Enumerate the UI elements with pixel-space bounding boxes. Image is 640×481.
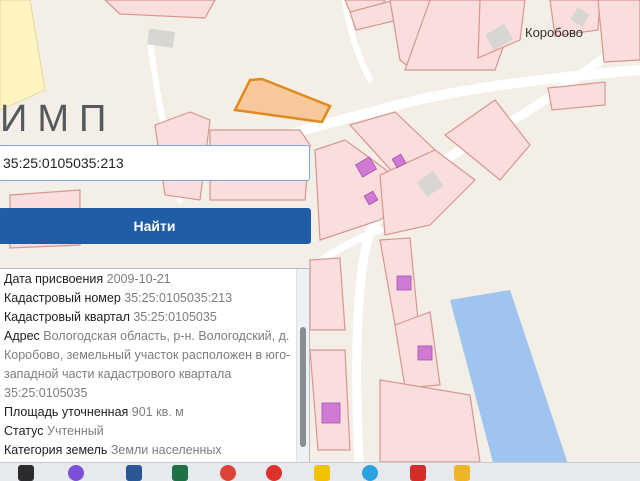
land-parcel[interactable] (597, 0, 640, 63)
taskbar (0, 462, 640, 481)
building (396, 275, 412, 291)
info-row-cadastral-number: Кадастровый номер 35:25:0105035:213 (4, 289, 294, 308)
building (417, 345, 433, 361)
mail-icon[interactable] (314, 465, 330, 481)
info-label: Кадастровый номер (4, 291, 121, 305)
yandex-icon[interactable] (266, 465, 282, 481)
logo-text: ИМП (0, 98, 117, 140)
info-value: 35:25:0105035 (133, 310, 217, 324)
info-label: Категория земель (4, 443, 108, 457)
locality-label: Коробово (525, 25, 583, 40)
info-value: 901 кв. м (131, 405, 184, 419)
find-button[interactable]: Найти (0, 208, 311, 244)
word-icon[interactable] (126, 465, 142, 481)
info-value: Земли населенных (110, 443, 222, 457)
excel-icon[interactable] (172, 465, 188, 481)
scrollbar-thumb[interactable] (300, 327, 306, 447)
info-row-assign-date: Дата присвоения 2009-10-21 (4, 270, 294, 289)
info-label: Адрес (4, 329, 40, 343)
parcel-info-content: Дата присвоения 2009-10-21 Кадастровый н… (4, 270, 294, 460)
building (321, 402, 341, 424)
info-row-cadastral-quarter: Кадастровый квартал 35:25:0105035 (4, 308, 294, 327)
info-label: Кадастровый квартал (4, 310, 130, 324)
info-label: Площадь уточненная (4, 405, 129, 419)
info-value: 35:25:0105035:213 (124, 291, 233, 305)
app-icon[interactable] (68, 465, 84, 481)
info-label: Дата присвоения (4, 272, 104, 286)
info-value: 2009-10-21 (106, 272, 171, 286)
info-scrollbar[interactable] (296, 269, 309, 462)
start-icon[interactable] (18, 465, 34, 481)
info-row-status: Статус Учтенный (4, 422, 294, 441)
info-row-land-category: Категория земель Земли населенных (4, 441, 294, 460)
info-value: Учтенный (47, 424, 104, 438)
info-label: Статус (4, 424, 44, 438)
land-parcel[interactable] (309, 257, 346, 331)
chrome-icon[interactable] (220, 465, 236, 481)
close-app-icon[interactable] (410, 465, 426, 481)
info-value: Вологодская область, р-н. Вологодский, д… (4, 329, 291, 400)
cadastral-search-input[interactable] (0, 145, 310, 181)
telegram-icon[interactable] (362, 465, 378, 481)
info-row-area: Площадь уточненная 901 кв. м (4, 403, 294, 422)
info-row-address: Адрес Вологодская область, р-н. Вологодс… (4, 327, 294, 403)
parcel-info-panel: Дата присвоения 2009-10-21 Кадастровый н… (0, 268, 310, 463)
folder-icon[interactable] (454, 465, 470, 481)
